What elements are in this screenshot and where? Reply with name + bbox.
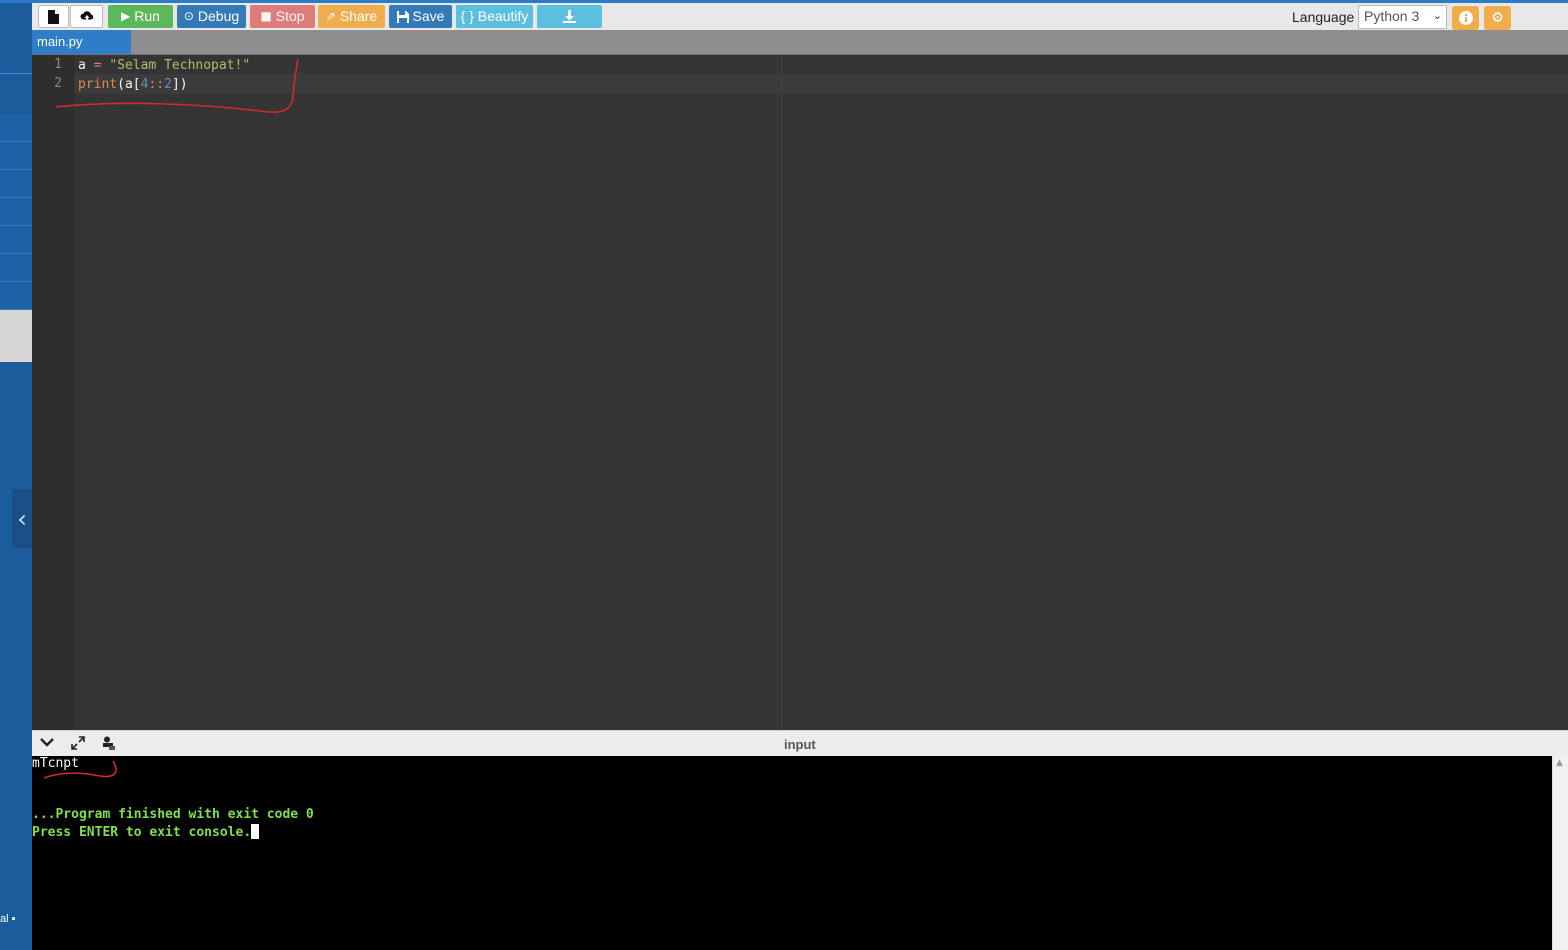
gutter-edge <box>73 55 74 730</box>
language-select[interactable]: Python 3 ⌄ <box>1358 5 1447 29</box>
press-enter-text: Press ENTER to exit console. <box>32 825 252 840</box>
code-token-var: a <box>78 58 86 73</box>
file-tab-bar: main.py <box>32 30 1568 55</box>
info-button[interactable] <box>1452 6 1479 30</box>
toolbar: ▶ Run ⊙ Debug ■ Stop ⇗ Share Save { } Be… <box>32 0 1568 30</box>
code-token-num: 2 <box>164 77 172 92</box>
line-number: 1 <box>54 57 62 72</box>
stop-icon: ■ <box>260 9 272 23</box>
play-circle-icon: ⊙ <box>183 9 194 23</box>
program-output: mTcnpt <box>32 756 79 771</box>
share-label: Share <box>339 8 378 24</box>
console-output[interactable]: mTcnpt ...Program finished with exit cod… <box>32 756 1552 950</box>
sidebar-item[interactable] <box>0 114 32 142</box>
language-label: Language <box>1292 9 1355 25</box>
save-button[interactable]: Save <box>389 5 452 28</box>
line-number-gutter: 1 2 <box>32 55 73 730</box>
info-icon <box>1458 11 1473 25</box>
code-token-op: :: <box>148 77 165 92</box>
sidebar-item[interactable] <box>0 254 32 282</box>
press-enter-message: Press ENTER to exit console. <box>32 824 260 840</box>
debug-button[interactable]: ⊙ Debug <box>177 5 246 28</box>
scroll-up-icon[interactable]: ▲ <box>1556 758 1563 768</box>
upload-button[interactable] <box>70 5 103 28</box>
run-label: Run <box>134 8 160 24</box>
console-header: input <box>32 730 1568 756</box>
sidebar-top-strip <box>0 0 32 3</box>
run-button[interactable]: ▶ Run <box>108 5 173 28</box>
beautify-label: { } Beautify <box>460 8 529 24</box>
expand-icon[interactable] <box>71 736 85 754</box>
sidebar-item[interactable] <box>0 226 32 254</box>
upload-icon <box>80 11 93 22</box>
sidebar-item-selected[interactable] <box>0 310 32 362</box>
stop-button[interactable]: ■ Stop <box>250 5 315 28</box>
tab-main-py[interactable]: main.py <box>32 30 131 54</box>
language-value: Python 3 <box>1364 8 1420 24</box>
file-icon <box>48 9 59 24</box>
save-label: Save <box>412 8 445 24</box>
chevron-down-icon: ⌄ <box>1432 9 1442 22</box>
play-icon: ▶ <box>121 9 131 23</box>
download-button[interactable] <box>537 5 602 28</box>
input-label: input <box>784 737 816 752</box>
sidebar-item[interactable] <box>0 170 32 198</box>
sidebar-item[interactable] <box>0 142 32 170</box>
active-line-highlight <box>74 74 1568 94</box>
share-button[interactable]: ⇗ Share <box>318 5 385 28</box>
online-python-ide: ‹ al ▪ ▶ Run ⊙ Debug ■ Stop ⇗ Share Save <box>0 0 1568 950</box>
sidebar-collapse-button[interactable]: ‹ <box>12 489 32 548</box>
download-icon <box>563 10 576 23</box>
console-scrollbar[interactable]: ▲ <box>1552 756 1568 950</box>
sidebar-item[interactable] <box>0 198 32 226</box>
gear-icon: ⚙ <box>1491 10 1504 26</box>
code-line[interactable]: print(a[4::2]) <box>78 75 188 94</box>
code-token-bracket: (a[ <box>117 77 141 92</box>
new-file-button[interactable] <box>38 5 69 28</box>
debug-label: Debug <box>197 8 240 24</box>
sidebar-item[interactable] <box>0 282 32 310</box>
stop-label: Stop <box>275 8 305 24</box>
code-token-op: = <box>85 58 110 73</box>
chevron-left-icon: ‹ <box>17 504 27 533</box>
line-number: 2 <box>54 76 62 91</box>
left-sidebar: ‹ al ▪ <box>0 0 32 950</box>
code-token-str: "Selam Technopat!" <box>109 58 251 73</box>
code-token-kw: print <box>78 77 118 92</box>
settings-button[interactable]: ⚙ <box>1484 6 1511 30</box>
code-editor[interactable]: 1 2 a = "Selam Technopat!" print(a[4::2]… <box>32 55 1568 730</box>
sidebar-divider <box>0 73 32 74</box>
eraser-icon[interactable] <box>101 736 115 754</box>
chevron-down-icon[interactable] <box>40 736 54 751</box>
code-line[interactable]: a = "Selam Technopat!" <box>78 56 250 75</box>
console-cursor <box>251 824 260 839</box>
tab-label: main.py <box>37 34 83 49</box>
share-icon: ⇗ <box>325 9 336 23</box>
print-margin <box>781 55 782 730</box>
beautify-button[interactable]: { } Beautify <box>456 5 533 28</box>
program-finished-message: ...Program finished with exit code 0 <box>32 807 314 822</box>
code-token-bracket: ]) <box>171 77 188 92</box>
floppy-icon <box>396 10 409 23</box>
sidebar-footer-text: al ▪ <box>0 913 16 925</box>
